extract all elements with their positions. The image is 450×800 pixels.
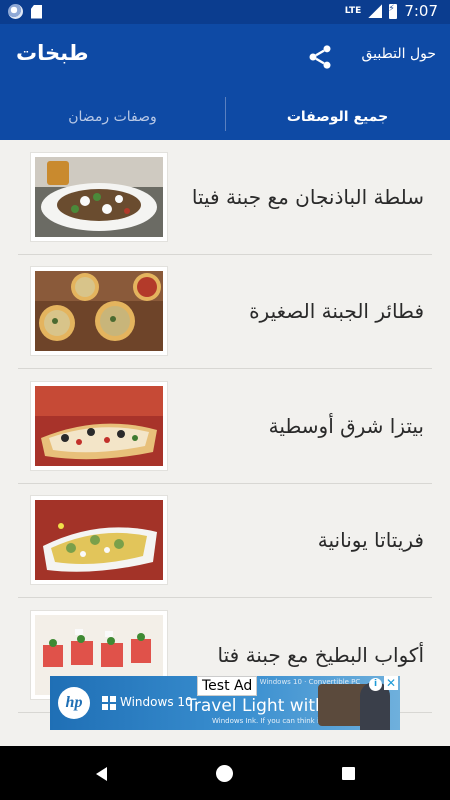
signal-icon [368,4,383,18]
app-title: طبخات [16,41,89,65]
status-bar: LTE 7:07 [0,0,450,24]
notification-icon [8,4,23,19]
hp-logo: hp [58,687,90,719]
app-bar: طبخات حول التطبيق وصفات رمضان جميع الوصف… [0,24,450,140]
recipe-title: أكواب البطيخ مع جبنة فتا [217,642,424,667]
tab-ramadan-recipes[interactable]: وصفات رمضان [0,94,225,140]
recipe-thumbnail [31,152,167,241]
about-app-link[interactable]: حول التطبيق [362,46,437,62]
tab-bar: وصفات رمضان جميع الوصفات [0,94,450,140]
ad-banner[interactable]: hp Windows 10 HP recommends Windows 10 ·… [50,676,400,730]
close-icon[interactable]: ✕ [384,676,398,690]
sd-card-icon [31,4,42,19]
recipe-title: فطائر الجبنة الصغيرة [249,299,424,324]
info-icon[interactable]: i [369,678,382,691]
network-type-label: LTE [344,6,362,16]
system-nav-bar [0,746,450,800]
recipe-title: سلطة الباذنجان مع جبنة فيتا [191,184,424,209]
clock: 7:07 [404,2,438,20]
recipe-list[interactable]: سلطة الباذنجان مع جبنة فيتا فطائر الجبنة… [0,140,450,746]
recipe-thumbnail [31,381,167,470]
home-icon[interactable] [216,765,233,782]
windows-logo-icon [102,696,116,710]
recipe-thumbnail [31,267,167,356]
tab-divider [225,97,226,131]
ad-test-label: Test Ad [197,676,258,696]
share-icon[interactable] [306,43,334,71]
tab-all-recipes[interactable]: جميع الوصفات [225,94,450,140]
recents-icon[interactable] [342,767,355,780]
list-item[interactable]: فريتاتا يونانية [18,484,432,598]
list-item[interactable]: فطائر الجبنة الصغيرة [18,255,432,369]
ad-os-label: Windows 10 [120,695,193,709]
list-item[interactable]: بيتزا شرق أوسطية [18,369,432,484]
recipe-thumbnail [31,496,167,585]
battery-icon [388,3,398,19]
back-icon[interactable] [96,767,107,781]
list-item[interactable]: سلطة الباذنجان مع جبنة فيتا [18,140,432,255]
recipe-title: بيتزا شرق أوسطية [268,413,424,438]
recipe-title: فريتاتا يونانية [317,528,424,553]
